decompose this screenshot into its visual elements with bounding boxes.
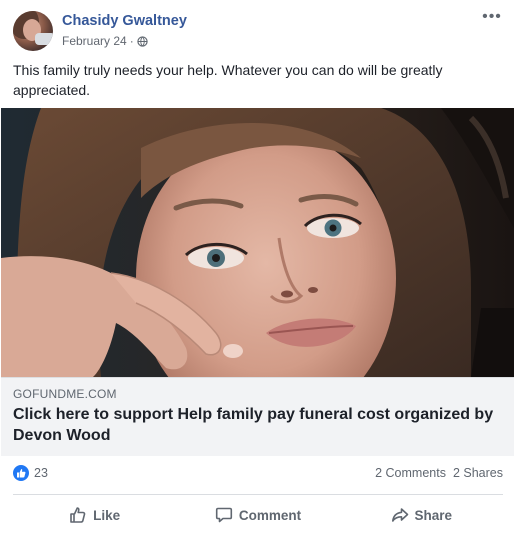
share-icon: [391, 508, 408, 522]
thumbs-up-icon: [70, 507, 86, 523]
link-info-box[interactable]: GOFUNDME.COM Click here to support Help …: [1, 377, 514, 456]
reactions-bar: 23 2 Comments 2 Shares: [13, 462, 503, 486]
post-text: This family truly needs your help. Whate…: [13, 62, 443, 98]
shares-count[interactable]: 2 Shares: [453, 466, 503, 480]
link-headline[interactable]: Click here to support Help family pay fu…: [13, 404, 503, 446]
engagement-counts: 2 Comments 2 Shares: [375, 466, 503, 480]
post-date[interactable]: February 24: [62, 34, 127, 48]
like-label: Like: [93, 507, 121, 523]
link-preview[interactable]: GOFUNDME.COM Click here to support Help …: [1, 108, 514, 456]
author-name[interactable]: Chasidy Gwaltney: [62, 13, 187, 29]
preview-image[interactable]: [1, 108, 514, 377]
divider: [13, 494, 503, 495]
like-reaction-icon[interactable]: [13, 465, 29, 481]
post-meta: February 24 ·: [62, 34, 148, 48]
like-button[interactable]: Like: [13, 499, 176, 531]
comment-button[interactable]: Comment: [176, 499, 339, 531]
share-button[interactable]: Share: [340, 499, 503, 531]
globe-icon: [137, 35, 148, 47]
post-header: Chasidy Gwaltney February 24 · •••: [13, 9, 503, 51]
comments-count[interactable]: 2 Comments: [375, 466, 446, 480]
meta-separator: ·: [129, 34, 134, 48]
comment-icon: [215, 507, 232, 523]
reaction-count[interactable]: 23: [34, 466, 48, 480]
more-options-icon[interactable]: •••: [481, 9, 503, 27]
share-label: Share: [414, 507, 453, 523]
facebook-post: Chasidy Gwaltney February 24 · ••• This …: [0, 0, 515, 534]
comment-label: Comment: [238, 507, 302, 523]
link-domain: GOFUNDME.COM: [13, 387, 117, 401]
action-bar: Like Comment Share: [13, 499, 503, 531]
avatar[interactable]: [13, 11, 53, 51]
